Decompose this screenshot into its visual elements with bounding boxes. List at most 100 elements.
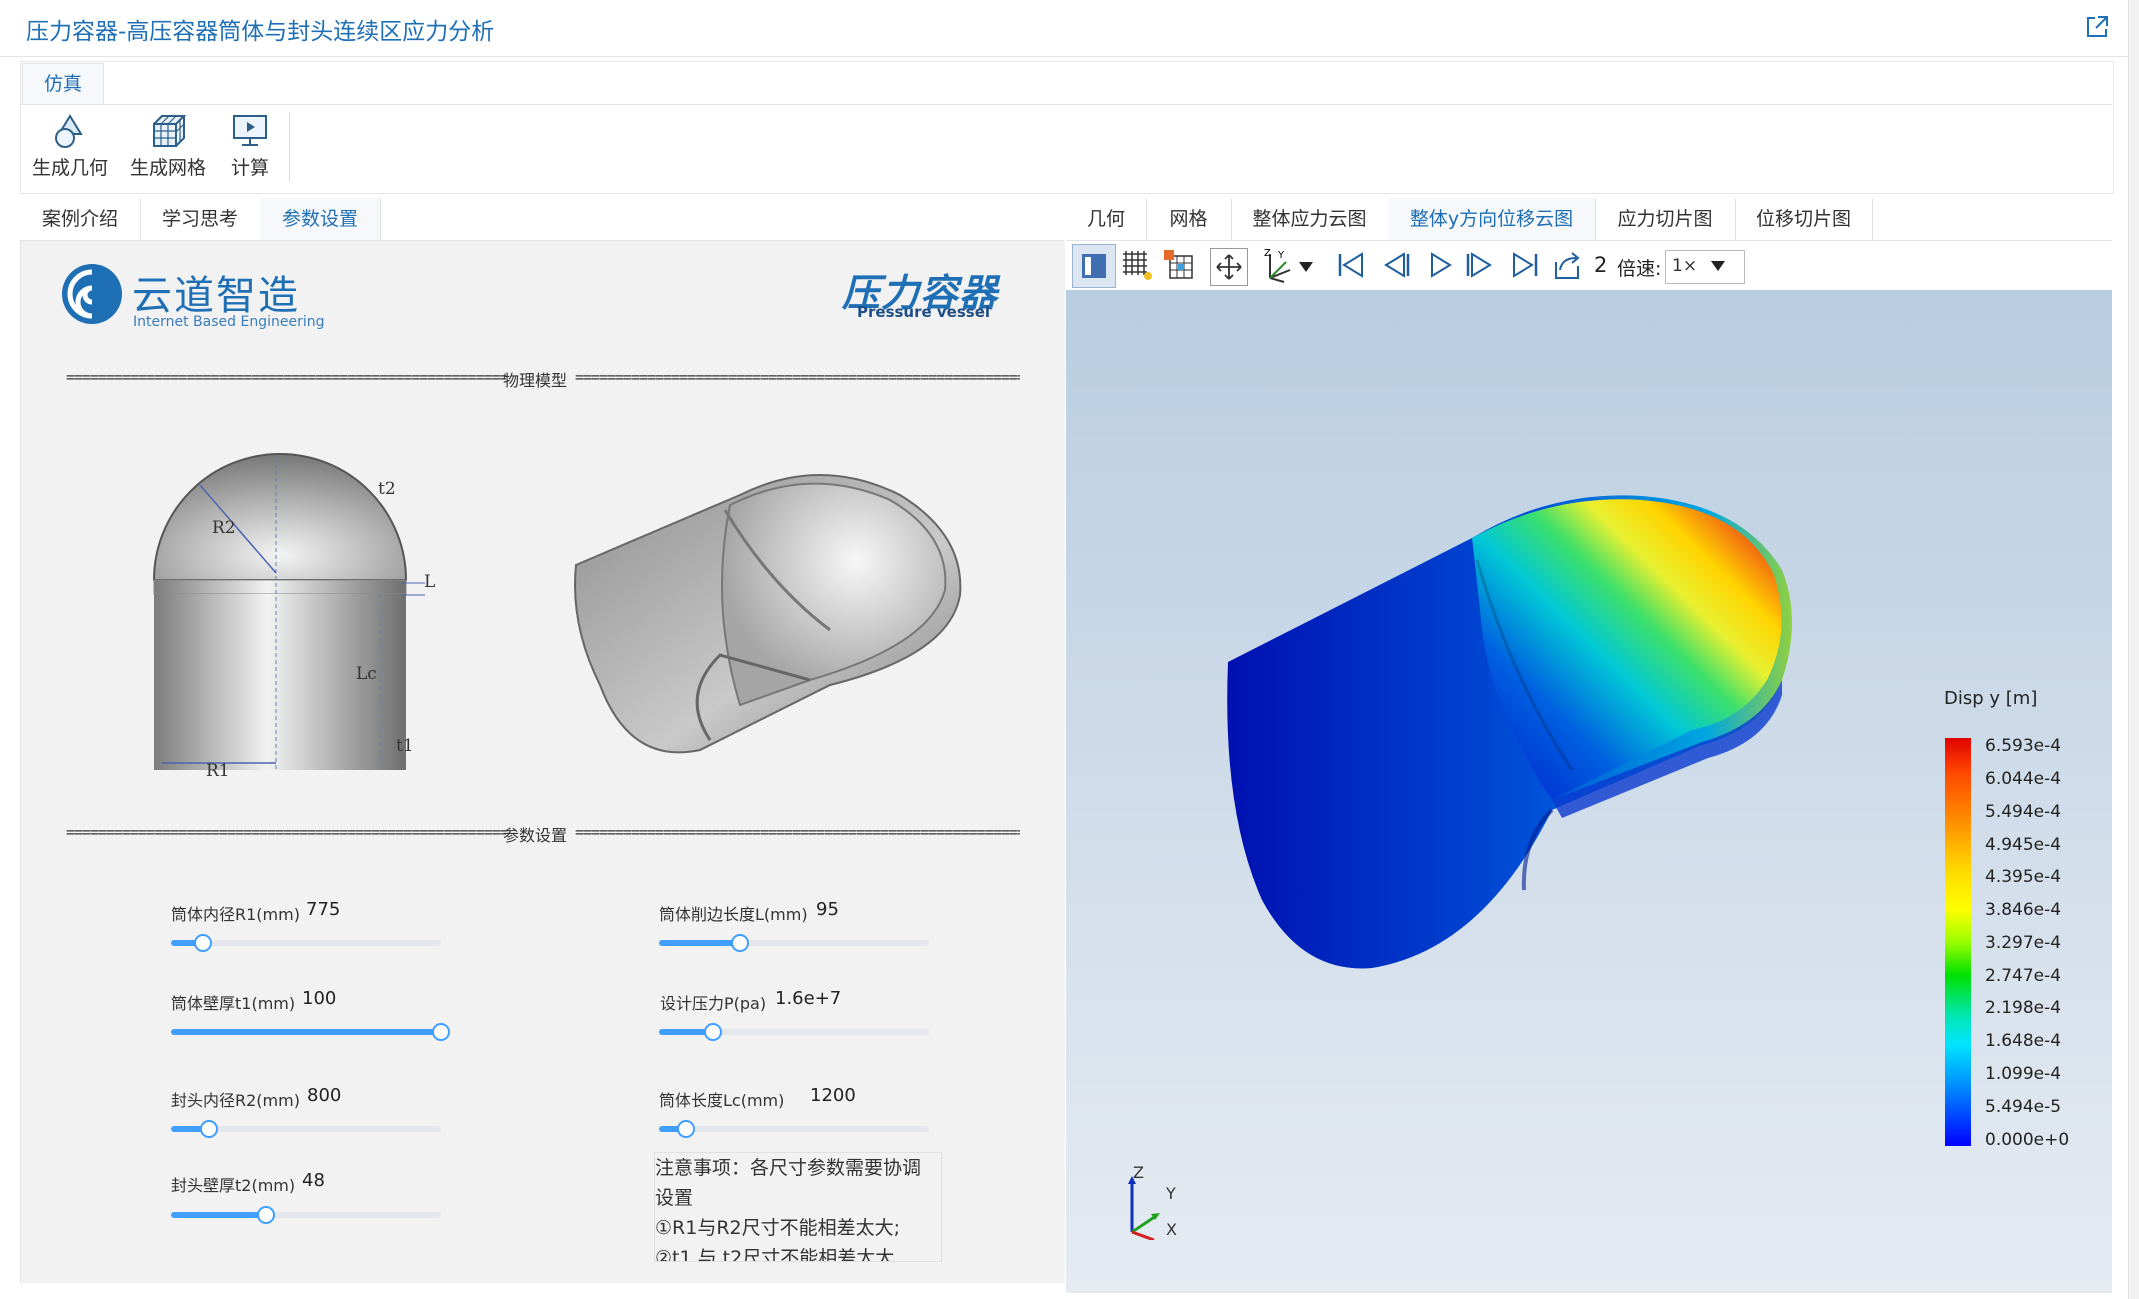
param-p-label: 设计压力P(pa) xyxy=(660,994,767,1013)
axis-y-label: Y xyxy=(1166,1184,1176,1203)
axis-icon: YZ xyxy=(1264,248,1291,283)
next-frame-button[interactable] xyxy=(1464,248,1498,286)
ribbon xyxy=(20,61,2114,194)
param-l-slider[interactable] xyxy=(659,934,929,952)
legend-label: 4.945e-4 xyxy=(1985,835,2062,855)
legend-label: 3.297e-4 xyxy=(1985,933,2062,953)
legend-label: 3.846e-4 xyxy=(1985,900,2062,920)
tab-disp-slice[interactable]: 位移切片图 xyxy=(1735,198,1873,240)
prev-frame-button[interactable] xyxy=(1378,248,1412,286)
logo-text-en: Internet Based Engineering xyxy=(133,314,325,330)
legend-label: 6.593e-4 xyxy=(1985,736,2062,756)
speed-label: 倍速: xyxy=(1617,258,1662,280)
param-r1-value: 775 xyxy=(306,899,341,920)
page-scrollbar[interactable] xyxy=(2128,0,2139,1299)
notice-box: 注意事项：各尺寸参数需要协调 设置 ①R1与R2尺寸不能相差太大; ②t1 与 … xyxy=(654,1152,942,1262)
param-t2-slider[interactable] xyxy=(171,1206,441,1224)
tab-parameters[interactable]: 参数设置 xyxy=(260,198,381,240)
legend-label: 4.395e-4 xyxy=(1985,867,2062,887)
label-lc: Lc xyxy=(356,664,377,684)
generate-mesh-button[interactable]: 生成网格 xyxy=(128,112,208,186)
slider-thumb[interactable] xyxy=(731,934,749,952)
tab-stress-contour[interactable]: 整体应力云图 xyxy=(1231,198,1389,240)
external-link-icon[interactable] xyxy=(2084,14,2110,40)
first-frame-button[interactable] xyxy=(1334,248,1368,286)
param-lc-slider[interactable] xyxy=(659,1120,929,1138)
param-r1-slider[interactable] xyxy=(171,934,441,952)
slider-thumb[interactable] xyxy=(432,1023,450,1041)
param-t1-value: 100 xyxy=(302,988,337,1009)
slider-thumb[interactable] xyxy=(199,1120,218,1138)
ribbon-divider xyxy=(20,104,2112,105)
legend-label: 2.747e-4 xyxy=(1985,966,2062,986)
divider-right: ========================================… xyxy=(575,368,1020,386)
notice-line: ②t1 与 t2尺寸不能相差太大 xyxy=(655,1247,895,1262)
section-title-model: 物理模型 xyxy=(503,371,568,390)
axis-orientation-button[interactable]: YZ xyxy=(1262,248,1296,288)
param-l-value: 95 xyxy=(816,899,839,920)
tab-geometry[interactable]: 几何 xyxy=(1066,198,1147,240)
param-r1-label: 筒体内径R1(mm) xyxy=(171,905,300,924)
export-icon xyxy=(1555,252,1580,279)
param-t1-label: 筒体壁厚t1(mm) xyxy=(171,994,296,1013)
legend-label: 5.494e-4 xyxy=(1985,802,2062,822)
svg-text:Y: Y xyxy=(1277,250,1285,261)
tab-mesh[interactable]: 网格 xyxy=(1146,198,1232,240)
compute-button[interactable]: 计算 xyxy=(226,112,274,186)
param-t1-slider[interactable] xyxy=(171,1023,450,1041)
tab-simulation[interactable]: 仿真 xyxy=(22,63,104,104)
slider-fill xyxy=(171,1029,441,1035)
geometry-icon xyxy=(55,114,83,148)
play-button[interactable] xyxy=(1422,248,1456,286)
svg-text:Z: Z xyxy=(1264,248,1271,259)
last-frame-button[interactable] xyxy=(1508,248,1542,286)
mesh-display-button[interactable] xyxy=(1120,248,1154,286)
section-title-params: 参数设置 xyxy=(503,826,568,845)
legend-label: 2.198e-4 xyxy=(1985,998,2062,1018)
divider-left: ========================================… xyxy=(66,368,506,386)
divider-right-2: ========================================… xyxy=(575,823,1020,841)
generate-geometry-button[interactable]: 生成几何 xyxy=(30,112,110,186)
fit-view-icon xyxy=(1216,254,1242,280)
param-lc-value: 1200 xyxy=(810,1085,856,1106)
divider-left-2: ========================================… xyxy=(66,823,506,841)
label-r1: R1 xyxy=(206,761,230,781)
displacement-contour-model xyxy=(1222,480,1872,984)
play-icon xyxy=(1431,252,1452,278)
compute-label: 计算 xyxy=(230,157,269,179)
speed-select[interactable]: 1× xyxy=(1665,250,1745,284)
label-l: L xyxy=(424,572,436,592)
tab-stress-slice[interactable]: 应力切片图 xyxy=(1595,198,1736,240)
legend-label: 5.494e-5 xyxy=(1985,1097,2062,1117)
mesh-icon xyxy=(153,115,187,147)
slider-thumb[interactable] xyxy=(256,1206,275,1224)
slider-fill xyxy=(171,1212,266,1218)
logo-text-cn: 云道智造 xyxy=(132,273,300,319)
colormap-icon xyxy=(1164,250,1193,279)
grid-icon xyxy=(1123,251,1152,280)
axis-x-label: X xyxy=(1166,1220,1177,1239)
label-t2: t2 xyxy=(378,479,396,499)
param-r2-slider[interactable] xyxy=(171,1120,441,1138)
view-toggle-button[interactable] xyxy=(1072,244,1116,288)
tab-case-intro[interactable]: 案例介绍 xyxy=(20,198,141,240)
tab-y-displacement[interactable]: 整体y方向位移云图 xyxy=(1388,198,1596,240)
param-p-value: 1.6e+7 xyxy=(775,988,842,1009)
swirl-logo-icon xyxy=(62,264,122,324)
slider-thumb[interactable] xyxy=(704,1023,722,1041)
param-l-label: 筒体削边长度L(mm) xyxy=(659,905,808,924)
company-logo xyxy=(60,262,124,330)
legend-label: 1.099e-4 xyxy=(1985,1064,2062,1084)
param-p-slider[interactable] xyxy=(659,1023,929,1041)
tab-study[interactable]: 学习思考 xyxy=(140,198,261,240)
fit-view-button[interactable] xyxy=(1210,248,1248,286)
export-button[interactable] xyxy=(1550,248,1584,286)
slider-thumb[interactable] xyxy=(677,1120,695,1138)
frame-number: 2 xyxy=(1594,253,1608,277)
color-map-button[interactable] xyxy=(1162,248,1196,286)
speed-value: 1× xyxy=(1672,256,1698,276)
app-title: 压力容器-高压容器筒体与封头连续区应力分析 xyxy=(26,19,495,45)
axis-dropdown-icon[interactable] xyxy=(1298,258,1314,277)
legend-label: 6.044e-4 xyxy=(1985,769,2062,789)
step-forward-icon xyxy=(1466,252,1492,278)
